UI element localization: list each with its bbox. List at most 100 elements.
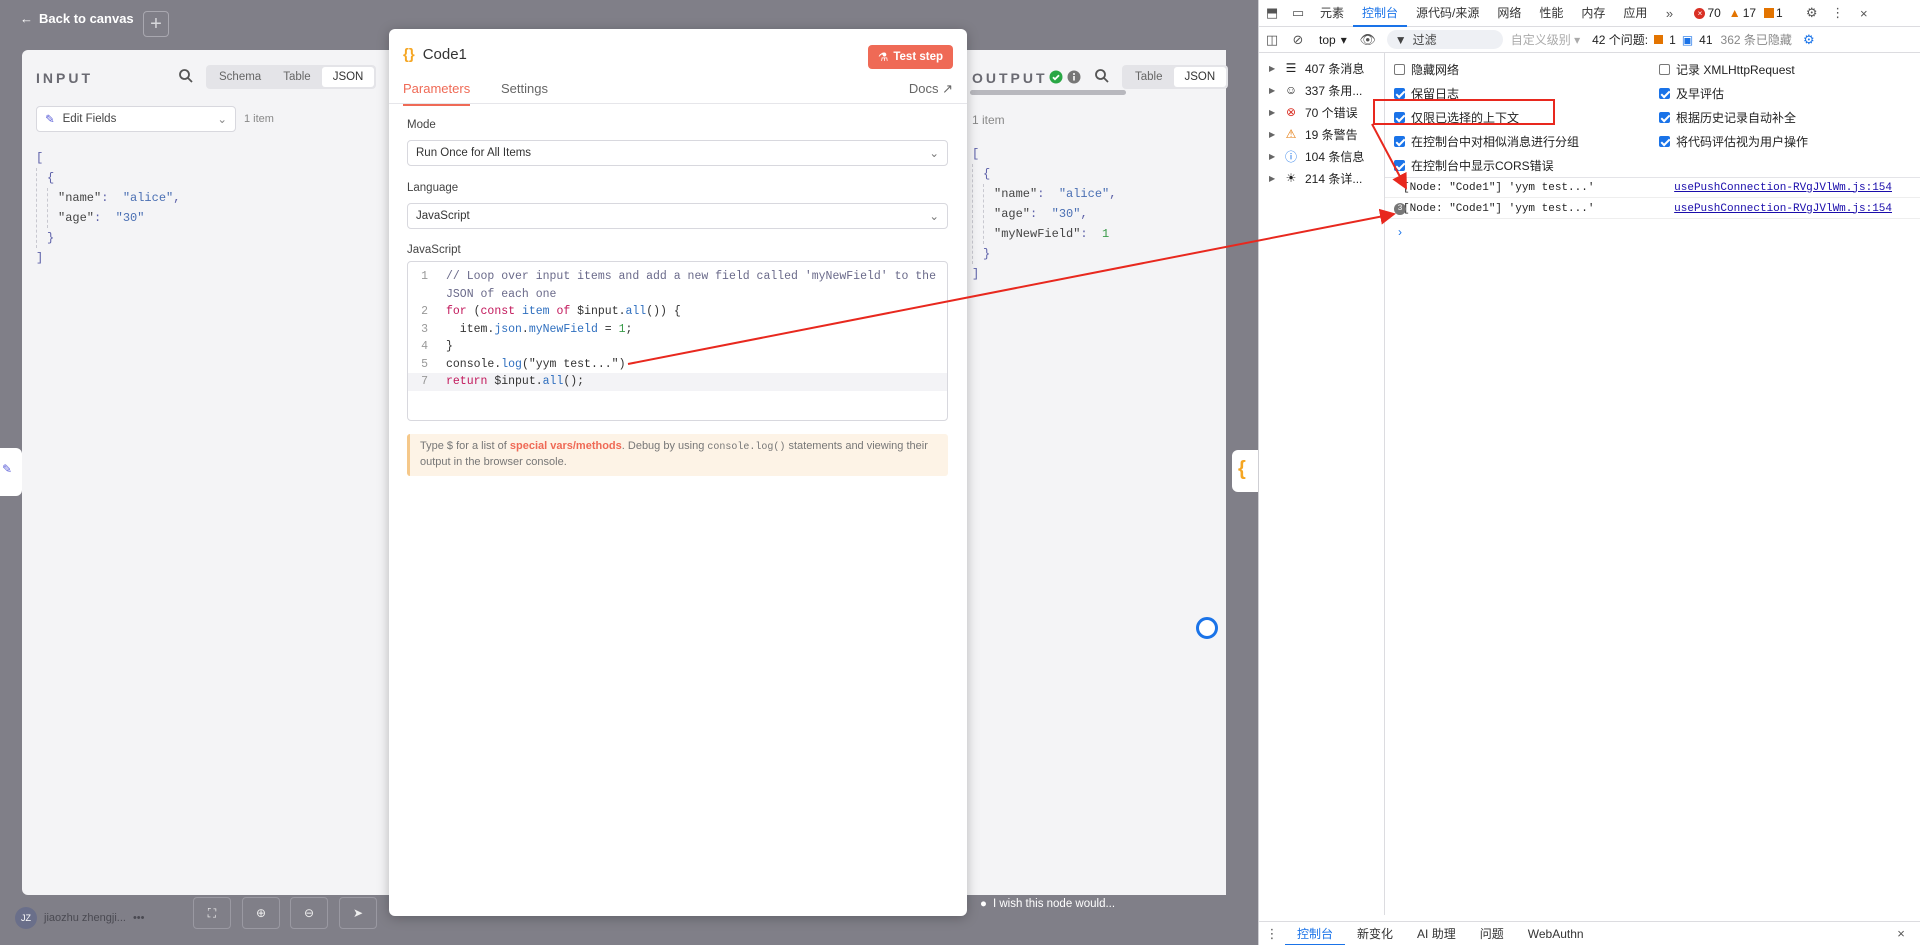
warning-icon: ▲: [1728, 6, 1741, 20]
option-eager-eval[interactable]: 及早评估: [1659, 81, 1808, 105]
close-drawer-icon[interactable]: ×: [1892, 925, 1910, 943]
user-menu[interactable]: JZ jiaozhu zhengji... •••: [15, 907, 145, 929]
sidebar-item-errors[interactable]: ▶ ⊗ 70 个错误: [1259, 101, 1384, 123]
option-selected-context-only[interactable]: 仅限已选择的上下文: [1394, 105, 1579, 129]
console-options-left: 隐藏网络 保留日志 仅限已选择的上下文 在控制台中对相似消息进行分组 在控制台中…: [1394, 57, 1579, 177]
fit-view-button[interactable]: ⛶: [193, 897, 231, 929]
status-badges[interactable]: × 70 ▲ 17 1: [1694, 6, 1783, 20]
code-node-icon[interactable]: {: [1232, 450, 1258, 492]
feedback-link[interactable]: ● I wish this node would...: [980, 898, 1115, 910]
code-label: JavaScript: [407, 244, 461, 256]
code-line: 3 item.json.myNewField = 1;: [421, 322, 633, 336]
add-button[interactable]: +: [143, 11, 169, 37]
test-step-button[interactable]: ⚗ Test step: [868, 45, 953, 69]
horizontal-scrollbar[interactable]: [970, 90, 1126, 95]
kebab-menu-icon[interactable]: ⋮: [1829, 4, 1847, 22]
view-table-tab[interactable]: Table: [1124, 67, 1174, 87]
docs-link[interactable]: Docs ↗: [909, 81, 953, 97]
sidebar-item-messages[interactable]: ▶ ☰ 407 条消息: [1259, 57, 1384, 79]
pointer-button[interactable]: ➤: [339, 897, 377, 929]
tab-settings[interactable]: Settings: [501, 81, 548, 104]
device-toggle-icon[interactable]: ▭: [1289, 4, 1307, 22]
console-prompt[interactable]: ›: [1398, 225, 1402, 239]
eye-icon[interactable]: 👁: [1359, 31, 1377, 49]
inspect-icon[interactable]: ⬒: [1263, 4, 1281, 22]
option-hide-network[interactable]: 隐藏网络: [1394, 57, 1579, 81]
tab-performance[interactable]: 性能: [1530, 0, 1572, 27]
search-icon[interactable]: [178, 68, 194, 84]
gear-icon[interactable]: ⚙: [1803, 4, 1821, 22]
json-value: 1: [1102, 227, 1110, 241]
view-table-tab[interactable]: Table: [272, 67, 322, 87]
sidebar-item-verbose[interactable]: ▶ ☀ 214 条详...: [1259, 167, 1384, 189]
avatar: JZ: [15, 907, 37, 929]
option-show-cors-errors[interactable]: 在控制台中显示CORS错误: [1394, 153, 1579, 177]
language-select[interactable]: JavaScript ⌄: [407, 203, 948, 229]
option-group-similar[interactable]: 在控制台中对相似消息进行分组: [1394, 129, 1579, 153]
drawer-tab-webauthn[interactable]: WebAuthn: [1516, 922, 1596, 945]
tab-console[interactable]: 控制台: [1353, 0, 1408, 27]
drawer-tab-issues[interactable]: 问题: [1468, 922, 1516, 945]
code-editor[interactable]: 1// Loop over input items and add a new …: [407, 261, 948, 421]
search-icon[interactable]: [1094, 68, 1110, 84]
sidebar-item-warnings[interactable]: ▶ ⚠ 19 条警告: [1259, 123, 1384, 145]
drawer-tab-console[interactable]: 控制台: [1285, 922, 1346, 945]
devtools-panel: ⬒ ▭ 元素 控制台 源代码/来源 网络 性能 内存 应用 » × 70 ▲ 17 …: [1258, 0, 1920, 945]
kebab-menu-icon[interactable]: ⋮: [1263, 925, 1281, 943]
option-eval-user-action[interactable]: 将代码评估视为用户操作: [1659, 129, 1808, 153]
code-line: 7 return $input.all();: [408, 373, 947, 391]
console-log-entry[interactable]: [Node: "Code1"] 'yym test...' usePushCon…: [1385, 178, 1920, 198]
issues-counter[interactable]: 42 个问题: 1 ▣ 41: [1592, 31, 1712, 48]
code-line: JSON of each one: [446, 287, 557, 301]
console-log-entry[interactable]: 3 [Node: "Code1"] 'yym test...' usePushC…: [1385, 199, 1920, 219]
view-json-tab[interactable]: JSON: [1173, 67, 1227, 87]
lightbulb-icon: ●: [980, 898, 987, 910]
edit-node-icon[interactable]: ✎: [0, 448, 22, 496]
bug-icon: ☀: [1285, 171, 1297, 185]
json-value: "alice": [1058, 187, 1110, 201]
more-tabs-icon[interactable]: »: [1660, 4, 1678, 22]
view-schema-tab[interactable]: Schema: [208, 67, 272, 87]
tab-network[interactable]: 网络: [1488, 0, 1530, 27]
list-icon: ☰: [1285, 61, 1297, 75]
option-autocomplete-history[interactable]: 根据历史记录自动补全: [1659, 105, 1808, 129]
code-hint: Type $ for a list of special vars/method…: [407, 434, 948, 476]
log-levels-select[interactable]: 自定义级别 ▾: [1511, 31, 1580, 48]
cursor-icon: ➤: [352, 906, 364, 920]
zoom-in-button[interactable]: ⊕: [242, 897, 280, 929]
tab-memory[interactable]: 内存: [1572, 0, 1614, 27]
node-title[interactable]: Code1: [423, 46, 467, 63]
back-to-canvas-link[interactable]: ← Back to canvas: [20, 11, 134, 26]
tab-application[interactable]: 应用: [1614, 0, 1656, 27]
issue-icon: [1764, 8, 1775, 18]
sidebar-item-info[interactable]: ▶ ⓘ 104 条信息: [1259, 145, 1384, 167]
context-select[interactable]: top ▾: [1311, 33, 1355, 47]
option-preserve-log[interactable]: 保留日志: [1394, 81, 1579, 105]
tab-sources[interactable]: 源代码/来源: [1407, 0, 1488, 27]
view-json-tab[interactable]: JSON: [321, 67, 375, 87]
more-icon[interactable]: •••: [133, 912, 145, 924]
special-vars-link[interactable]: special vars/methods: [510, 440, 622, 452]
input-node-select[interactable]: ✎ Edit Fields ⌄: [36, 106, 236, 132]
output-json: [{"name": "alice", "age": "30", "myNewFiel…: [972, 147, 1117, 281]
filter-input[interactable]: ▼ 过滤: [1386, 30, 1503, 49]
zoom-out-icon: ⊖: [303, 906, 315, 920]
tab-elements[interactable]: 元素: [1311, 0, 1353, 27]
sidebar-toggle-icon[interactable]: ◫: [1263, 31, 1281, 49]
filter-icon: ▼: [1394, 32, 1407, 47]
zoom-out-button[interactable]: ⊖: [290, 897, 328, 929]
close-icon[interactable]: ×: [1855, 4, 1873, 22]
drawer-tab-ai-assistant[interactable]: AI 助理: [1405, 922, 1468, 945]
json-value: "30": [115, 211, 145, 225]
mode-select[interactable]: Run Once for All Items ⌄: [407, 140, 948, 166]
option-log-xhr[interactable]: 记录 XMLHttpRequest: [1659, 57, 1808, 81]
sidebar-item-user-messages[interactable]: ▶ ☺ 337 条用...: [1259, 79, 1384, 101]
success-check-icon: [1049, 70, 1063, 84]
settings-gear-icon[interactable]: ⚙: [1800, 31, 1818, 49]
code-node-dialog: {} Code1 ⚗ Test step Parameters Settings…: [389, 29, 967, 916]
clear-console-icon[interactable]: ⊘: [1289, 31, 1307, 49]
assistant-bubble-icon[interactable]: [1196, 617, 1218, 639]
drawer-tab-whats-new[interactable]: 新变化: [1345, 922, 1405, 945]
source-link[interactable]: usePushConnection-RVgJVlWm.js:154: [1674, 182, 1892, 194]
source-link[interactable]: usePushConnection-RVgJVlWm.js:154: [1674, 203, 1892, 215]
